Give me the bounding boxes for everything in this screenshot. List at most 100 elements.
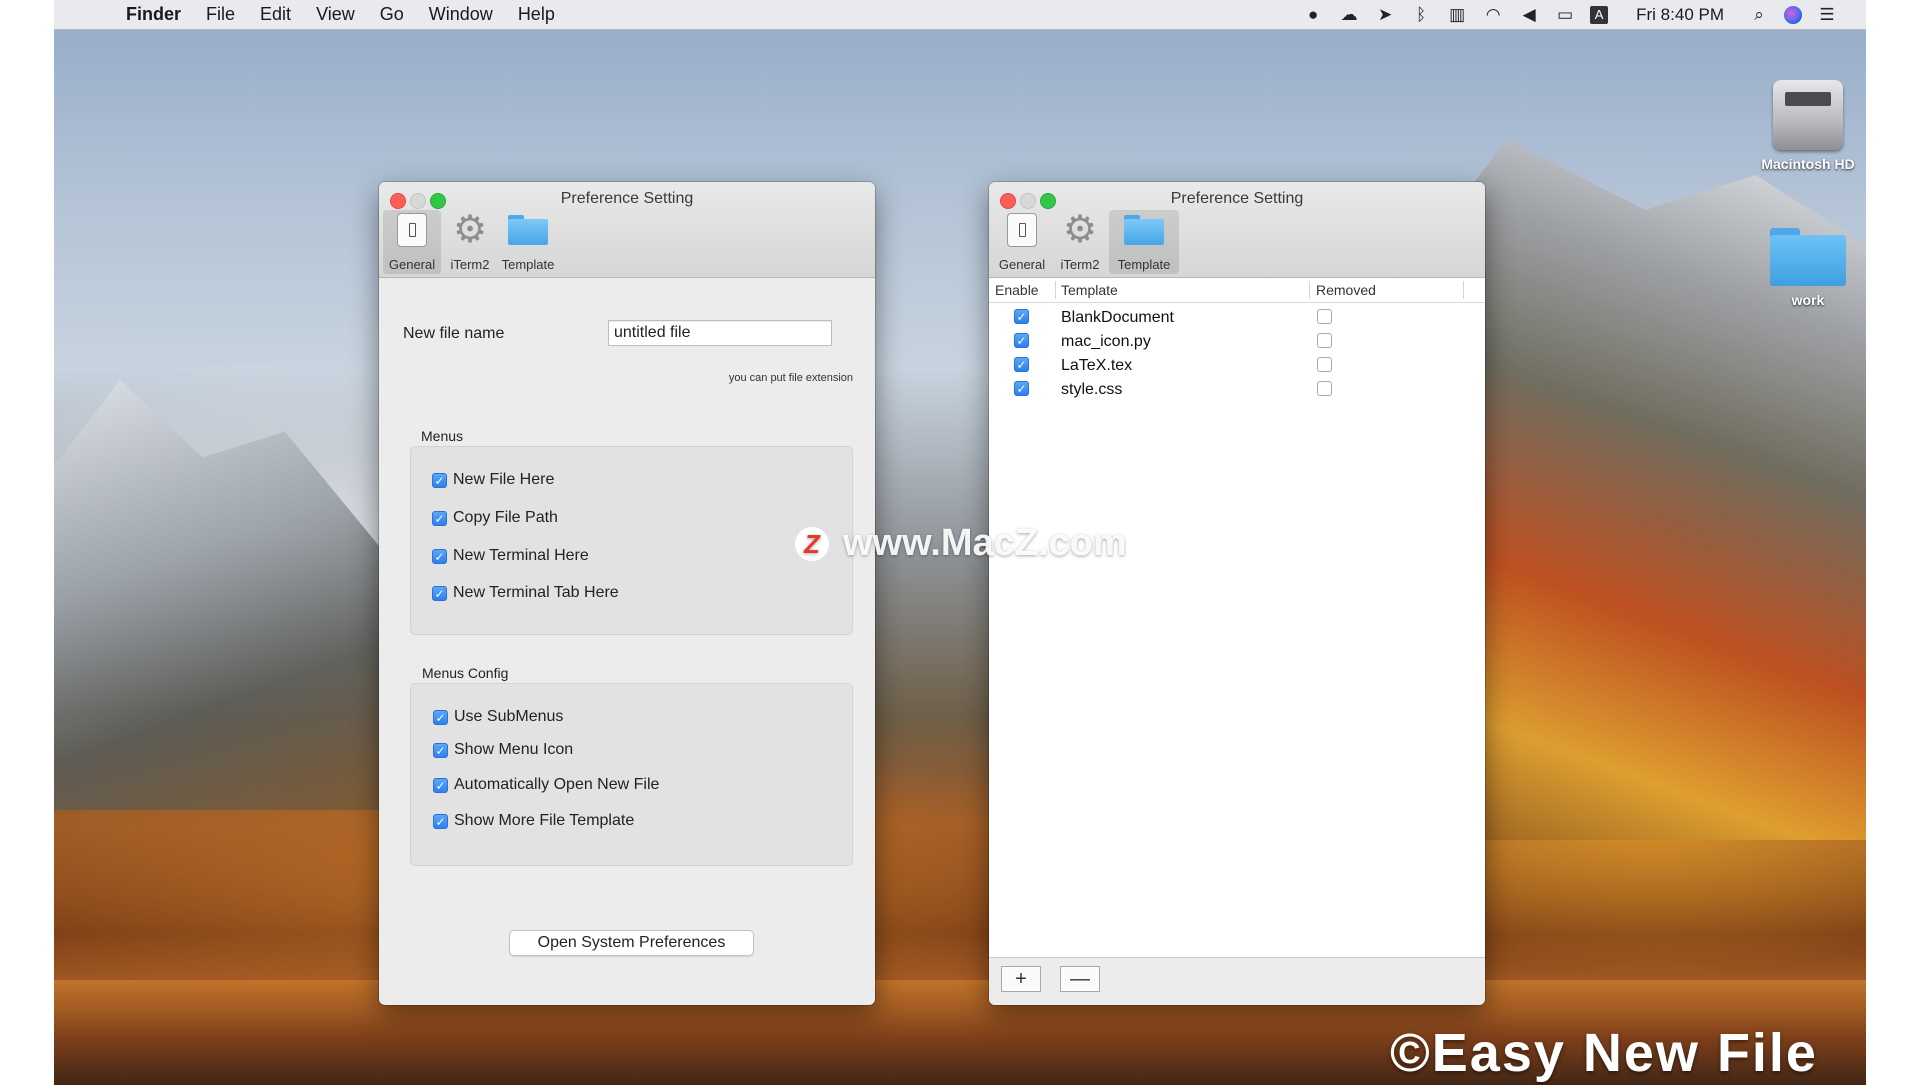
send-icon[interactable]: ➤: [1374, 5, 1396, 25]
window-title: Preference Setting: [560, 190, 694, 207]
folder-icon: [1124, 215, 1164, 245]
bluetooth-icon[interactable]: ᛒ: [1410, 5, 1432, 25]
desktop-icon-work[interactable]: work: [1753, 228, 1863, 308]
status-area: ● ☁ ➤ ᛒ ▥ ◠ ◀ ▭ A Fri 8:40 PM ⌕ ☰: [1302, 0, 1838, 29]
option-label: Copy File Path: [453, 509, 558, 526]
menu-file[interactable]: File: [206, 4, 235, 25]
toolbar: General ⚙ iTerm2 Template: [383, 210, 557, 274]
tab-template[interactable]: Template: [1109, 210, 1179, 274]
template-name: mac_icon.py: [1061, 333, 1151, 350]
tab-iterm2[interactable]: ⚙ iTerm2: [441, 210, 499, 274]
menu-option-copy-file-path[interactable]: ✓ Copy File Path: [432, 509, 558, 527]
option-label: New Terminal Here: [453, 547, 589, 564]
battery-case-icon[interactable]: ▥: [1446, 5, 1468, 25]
wifi-icon[interactable]: ◠: [1482, 5, 1504, 25]
table-row[interactable]: ✓ style.css: [989, 378, 1485, 402]
table-row[interactable]: ✓ LaTeX.tex: [989, 354, 1485, 378]
wallpaper-mountain-left: [54, 380, 384, 810]
table-row[interactable]: ✓ BlankDocument: [989, 306, 1485, 330]
checkbox[interactable]: ✓: [432, 585, 447, 601]
removed-checkbox[interactable]: [1317, 333, 1332, 348]
option-label: New File Here: [453, 471, 555, 488]
template-name: LaTeX.tex: [1061, 357, 1133, 374]
notification-icon[interactable]: ☰: [1816, 5, 1838, 25]
template-name: BlankDocument: [1061, 309, 1174, 326]
toolbar: General ⚙ iTerm2 Template: [993, 210, 1179, 274]
menu-view[interactable]: View: [316, 4, 355, 25]
removed-checkbox[interactable]: [1317, 381, 1332, 396]
tab-label: Template: [501, 257, 555, 272]
volume-icon[interactable]: ◀: [1518, 5, 1540, 25]
menu-option-new-terminal-here[interactable]: ✓ New Terminal Here: [432, 547, 589, 565]
open-system-preferences-button[interactable]: Open System Preferences: [509, 930, 754, 956]
wechat-icon[interactable]: ●: [1302, 5, 1324, 25]
switch-icon: [397, 213, 427, 247]
new-file-name-field[interactable]: [608, 320, 832, 346]
tab-general[interactable]: General: [383, 210, 441, 274]
checkbox[interactable]: ✓: [433, 777, 448, 793]
menus-config-group-title: Menus Config: [422, 665, 509, 681]
checkbox[interactable]: ✓: [433, 709, 448, 725]
new-file-name-label: New file name: [403, 325, 505, 342]
config-option-auto-open-new-file[interactable]: ✓ Automatically Open New File: [433, 776, 659, 794]
menu-help[interactable]: Help: [518, 4, 555, 25]
enable-checkbox[interactable]: ✓: [1014, 333, 1029, 348]
column-enable[interactable]: Enable: [995, 282, 1039, 298]
clock[interactable]: Fri 8:40 PM: [1636, 5, 1724, 25]
desktop-icon-label: work: [1791, 292, 1825, 308]
checkbox[interactable]: ✓: [432, 510, 447, 526]
removed-checkbox[interactable]: [1317, 357, 1332, 372]
column-separator: [1309, 281, 1310, 299]
gear-icon: ⚙: [452, 209, 488, 251]
battery-icon[interactable]: ▭: [1554, 5, 1576, 25]
menu-finder[interactable]: Finder: [126, 4, 181, 25]
table-footer: + —: [989, 957, 1485, 1005]
desktop-icon-label: Macintosh HD: [1761, 156, 1855, 172]
checkbox[interactable]: ✓: [433, 813, 448, 829]
config-option-show-more-template[interactable]: ✓ Show More File Template: [433, 812, 634, 830]
config-option-use-submenus[interactable]: ✓ Use SubMenus: [433, 708, 563, 726]
window-title: Preference Setting: [1170, 190, 1304, 207]
add-template-button[interactable]: +: [1001, 966, 1041, 992]
menu-option-new-terminal-tab-here[interactable]: ✓ New Terminal Tab Here: [432, 584, 619, 602]
brand-caption: ©Easy New File: [1390, 1023, 1818, 1083]
desktop-icon-macintosh-hd[interactable]: Macintosh HD: [1753, 80, 1863, 172]
table-row[interactable]: ✓ mac_icon.py: [989, 330, 1485, 354]
column-separator: [1463, 281, 1464, 299]
tab-template[interactable]: Template: [499, 210, 557, 274]
menu-bar: Finder File Edit View Go Window Help ● ☁…: [54, 0, 1866, 30]
checkbox[interactable]: ✓: [433, 742, 448, 758]
menu-option-new-file-here[interactable]: ✓ New File Here: [432, 471, 554, 489]
option-label: Show More File Template: [454, 812, 635, 829]
enable-checkbox[interactable]: ✓: [1014, 357, 1029, 372]
spotlight-icon[interactable]: ⌕: [1748, 5, 1770, 25]
checkbox[interactable]: ✓: [432, 472, 447, 488]
cloud-icon[interactable]: ☁: [1338, 5, 1360, 25]
titlebar: Preference Setting General ⚙ iTerm2 Temp…: [989, 182, 1485, 278]
checkbox[interactable]: ✓: [432, 548, 447, 564]
config-option-show-menu-icon[interactable]: ✓ Show Menu Icon: [433, 741, 573, 759]
tab-label: General: [998, 257, 1046, 272]
template-name: style.css: [1061, 381, 1123, 398]
remove-template-button[interactable]: —: [1060, 966, 1100, 992]
tab-iterm2[interactable]: ⚙ iTerm2: [1051, 210, 1109, 274]
input-source-icon[interactable]: A: [1590, 5, 1609, 24]
switch-icon: [1007, 213, 1037, 247]
menu-go[interactable]: Go: [380, 4, 404, 25]
column-template[interactable]: Template: [1061, 282, 1118, 298]
siri-icon[interactable]: [1784, 5, 1802, 24]
column-separator: [1055, 281, 1056, 299]
menu-window[interactable]: Window: [429, 4, 493, 25]
menu-edit[interactable]: Edit: [260, 4, 291, 25]
folder-icon: [1770, 228, 1846, 286]
tab-label: iTerm2: [1060, 257, 1100, 272]
column-removed[interactable]: Removed: [1316, 282, 1376, 298]
enable-checkbox[interactable]: ✓: [1014, 381, 1029, 396]
watermark: Z www.MacZ.com: [795, 522, 1127, 565]
preference-window-general: Preference Setting General ⚙ iTerm2 Temp…: [379, 182, 875, 1005]
enable-checkbox[interactable]: ✓: [1014, 309, 1029, 324]
removed-checkbox[interactable]: [1317, 309, 1332, 324]
tab-general[interactable]: General: [993, 210, 1051, 274]
extension-hint: you can put file extension: [728, 372, 853, 384]
table-header: Enable Template Removed: [989, 278, 1485, 303]
